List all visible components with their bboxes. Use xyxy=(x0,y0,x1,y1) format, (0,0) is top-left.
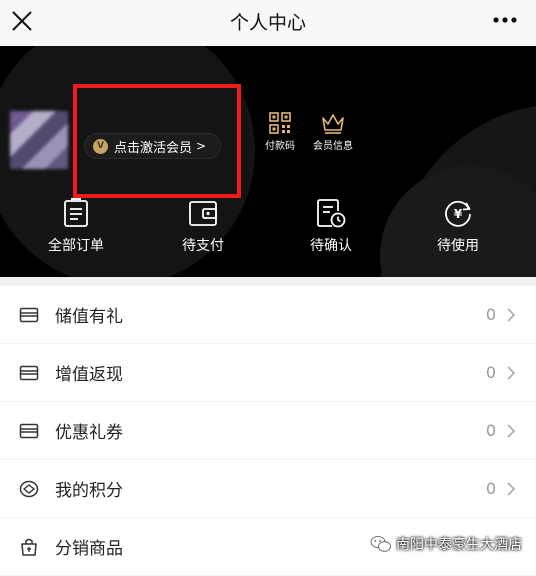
watermark-text: 南阳中泰豪生大酒店 xyxy=(396,537,522,553)
top-nav-bar: 个人中心 xyxy=(0,0,536,46)
crown-icon xyxy=(322,114,344,134)
page-title: 个人中心 xyxy=(229,12,306,34)
profile-header: V 点击激活会员 > 付款码 会员信息 全部订单 待支付 待确认 ¥ 待使用 xyxy=(0,46,536,277)
list-item-count: 0 xyxy=(485,479,496,498)
chevron-right-icon xyxy=(507,365,516,380)
points-icon xyxy=(19,480,39,497)
pending-confirm-label: 待确认 xyxy=(310,238,352,254)
pending-confirm-button[interactable]: 待确认 xyxy=(286,198,376,255)
pending-use-button[interactable]: ¥ 待使用 xyxy=(413,198,503,255)
wallet-icon xyxy=(189,201,217,226)
card-icon xyxy=(19,307,39,322)
pending-use-label: 待使用 xyxy=(437,238,479,254)
card-icon xyxy=(19,365,39,380)
pending-payment-button[interactable]: 待支付 xyxy=(158,198,248,255)
bag-icon xyxy=(21,538,37,556)
all-orders-button[interactable]: 全部订单 xyxy=(31,198,121,255)
svg-text:¥: ¥ xyxy=(454,207,463,221)
all-orders-label: 全部订单 xyxy=(48,238,104,254)
list-item-label: 储值有礼 xyxy=(55,307,123,327)
list-item-label: 优惠礼券 xyxy=(55,423,123,443)
payment-code-label: 付款码 xyxy=(265,141,295,152)
pending-payment-label: 待支付 xyxy=(182,238,224,254)
watermark: 南阳中泰豪生大酒店 xyxy=(370,534,522,554)
chevron-right-icon xyxy=(507,481,516,496)
order-list-icon xyxy=(64,198,88,227)
list-item-cashback[interactable]: 增值返现 0 xyxy=(0,344,536,401)
chevron-right-icon xyxy=(507,423,516,438)
avatar[interactable] xyxy=(10,111,68,169)
list-item-label: 增值返现 xyxy=(55,365,123,385)
list-item-count: 0 xyxy=(485,305,496,324)
list-item-count: 0 xyxy=(485,363,496,382)
card-icon xyxy=(19,423,39,438)
member-info-button[interactable]: 会员信息 xyxy=(303,112,363,152)
more-options-icon[interactable] xyxy=(492,10,518,30)
list-item-count: 0 xyxy=(485,421,496,440)
yen-refresh-icon: ¥ xyxy=(445,200,471,227)
qr-code-icon xyxy=(269,112,291,134)
list-item-points[interactable]: 我的积分 0 xyxy=(0,460,536,517)
payment-code-button[interactable]: 付款码 xyxy=(250,112,310,152)
highlight-annotation-box xyxy=(73,84,241,198)
chevron-right-icon xyxy=(507,307,516,322)
member-info-label: 会员信息 xyxy=(313,141,353,152)
list-item-label: 我的积分 xyxy=(55,481,123,501)
list-item-coupons[interactable]: 优惠礼券 0 xyxy=(0,402,536,459)
menu-list: 储值有礼 0 增值返现 0 优惠礼券 0 我的积分 0 分销商品 xyxy=(0,286,536,576)
wechat-logo-icon xyxy=(370,536,391,552)
pending-confirm-icon xyxy=(317,199,346,228)
list-item-stored-value[interactable]: 储值有礼 0 xyxy=(0,286,536,343)
